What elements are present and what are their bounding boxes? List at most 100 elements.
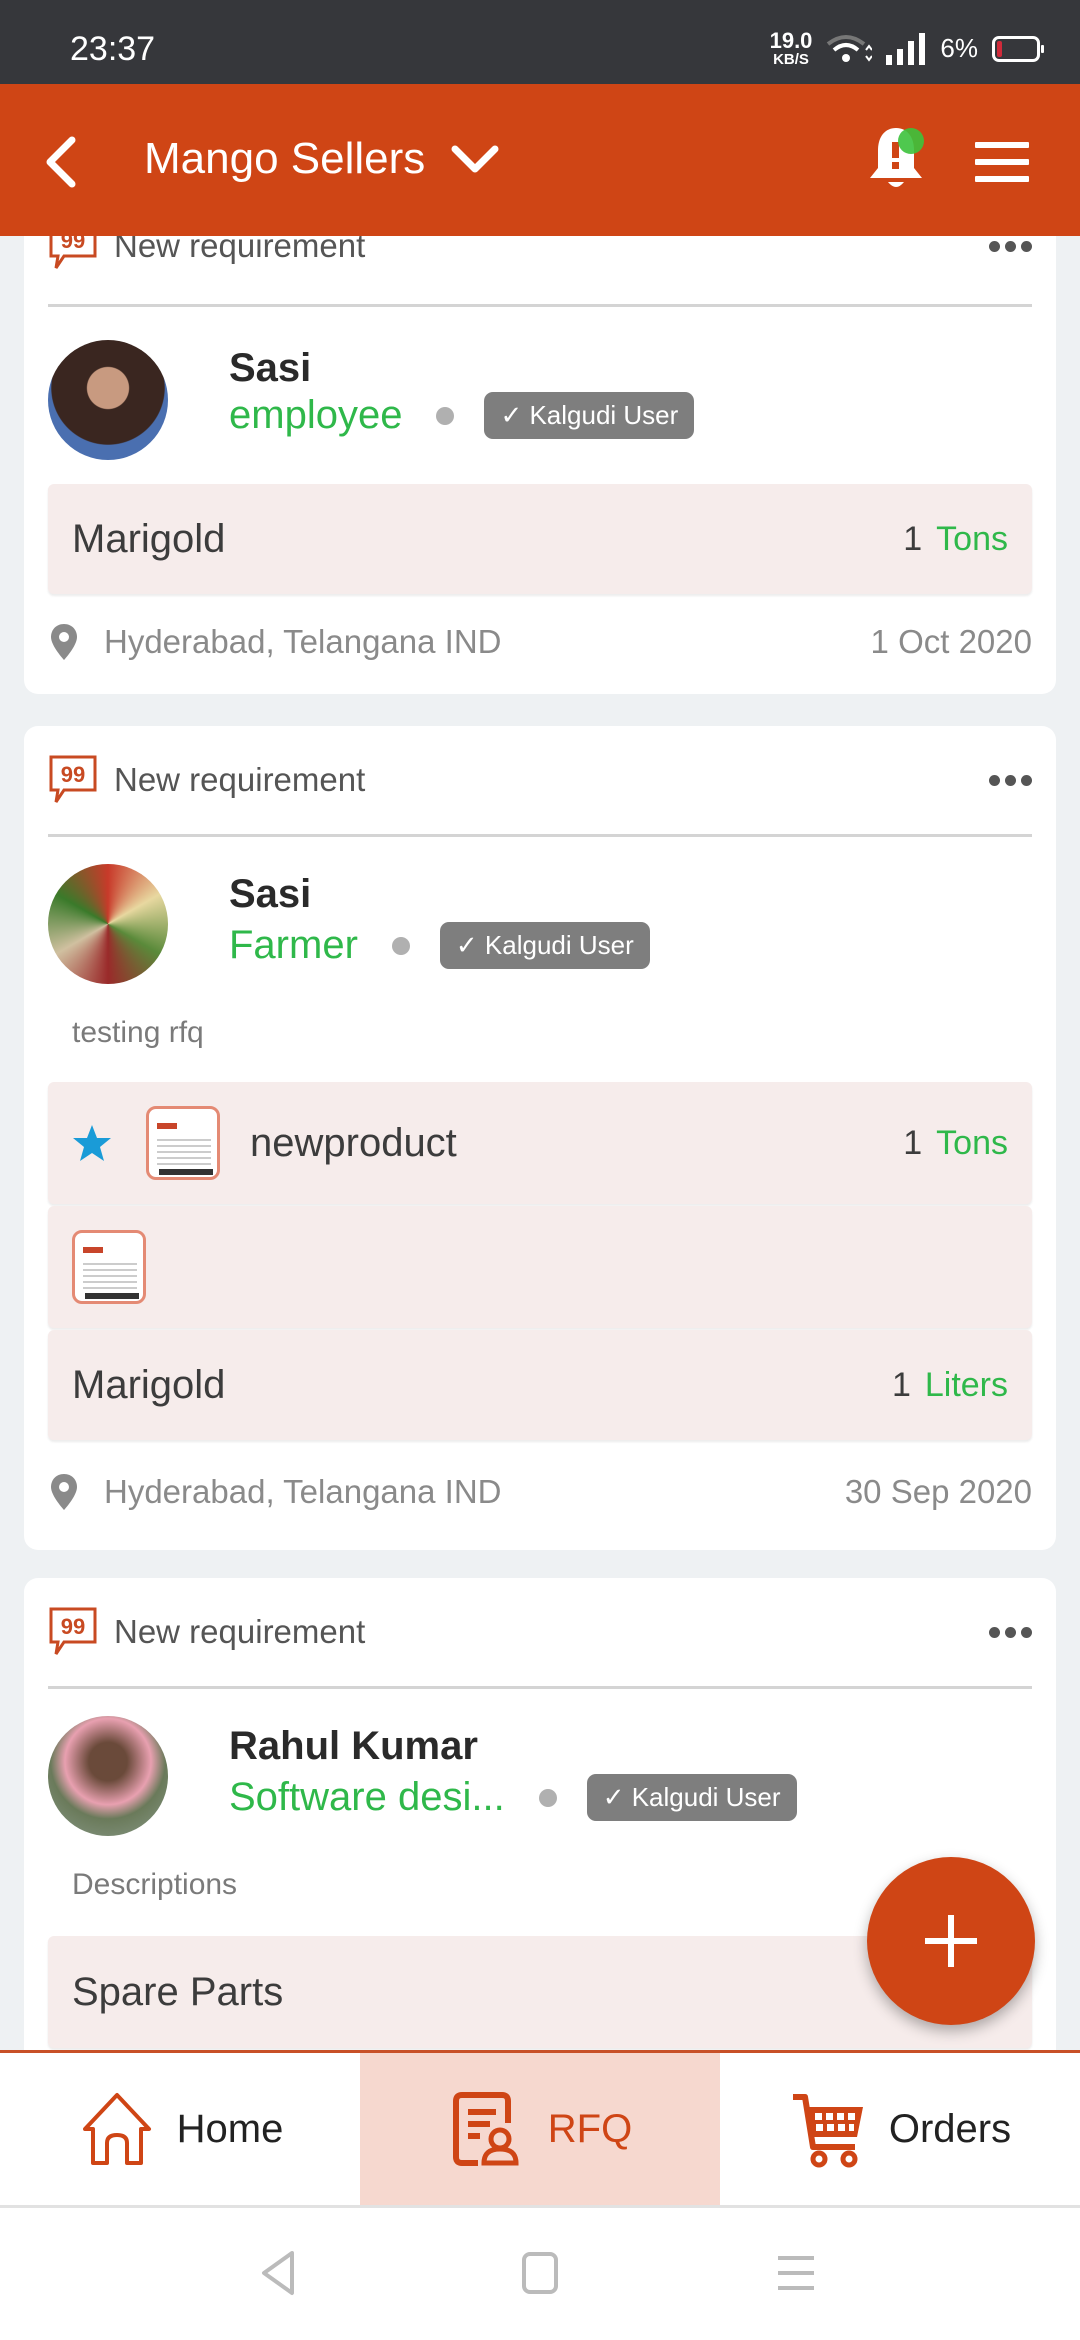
battery-icon xyxy=(992,35,1044,62)
page-title: Mango Sellers xyxy=(144,134,426,183)
chevron-down-icon xyxy=(451,145,499,173)
product-thumbnail[interactable] xyxy=(72,1230,146,1304)
verified-badge: ✓ Kalgudi User xyxy=(586,1774,797,1821)
system-home-button[interactable] xyxy=(520,2250,560,2296)
bottom-navigation: Home RFQ Orders xyxy=(0,2050,1080,2208)
nav-rfq-label: RFQ xyxy=(547,2106,633,2151)
menu-line xyxy=(975,159,1029,165)
location-text: Hyderabad, Telangana IND xyxy=(104,623,502,660)
product-qty: 1 xyxy=(891,1365,911,1404)
post-date: 30 Sep 2020 xyxy=(844,1473,1032,1510)
menu-button[interactable] xyxy=(975,142,1029,182)
verified-badge: ✓ Kalgudi User xyxy=(484,392,695,439)
user-name[interactable]: Rahul Kumar xyxy=(229,1724,478,1769)
back-button[interactable] xyxy=(36,132,86,192)
product-row[interactable]: newproduct 1 Tons xyxy=(48,1082,1032,1204)
requirement-quote-icon: 99 xyxy=(49,755,97,803)
product-name: Marigold xyxy=(72,1362,226,1407)
signal-icon xyxy=(886,32,926,65)
product-name: Marigold xyxy=(72,516,226,561)
app-root: 23:37 19.0 KB/S 6% Mango Sellers 99 New … xyxy=(0,0,1080,2340)
network-speed-value: 19.0 xyxy=(769,28,813,53)
user-meta: employee ✓ Kalgudi User xyxy=(229,392,695,439)
location-pin-icon xyxy=(51,624,77,660)
product-unit: Tons xyxy=(936,519,1008,558)
cart-icon xyxy=(792,2094,863,2168)
user-name[interactable]: Sasi xyxy=(229,346,311,391)
user-avatar[interactable] xyxy=(48,1716,168,1836)
product-row[interactable]: Marigold 1 Tons xyxy=(48,484,1032,594)
more-options-button[interactable] xyxy=(989,240,1032,252)
home-icon xyxy=(82,2093,151,2165)
battery-percent: 6% xyxy=(940,33,978,63)
product-qty: 1 xyxy=(903,1123,923,1162)
requirement-card[interactable]: 99 New requirement Sasi employee ✓ Kalgu… xyxy=(24,236,1056,694)
card-header: 99 New requirement xyxy=(48,236,1032,272)
status-time: 23:37 xyxy=(70,30,156,68)
rfq-icon xyxy=(452,2092,519,2166)
product-row[interactable]: Marigold 1 Liters xyxy=(48,1330,1032,1440)
nav-home[interactable]: Home xyxy=(0,2053,360,2205)
network-speed: 19.0 KB/S xyxy=(769,28,813,68)
location-row: Hyderabad, Telangana IND 1 Oct 2020 xyxy=(48,622,1032,662)
card-label: New requirement xyxy=(114,1613,366,1650)
rfq-feed[interactable]: 99 New requirement Sasi employee ✓ Kalgu… xyxy=(0,236,1080,2050)
separator-dot xyxy=(436,406,455,425)
location-pin-icon xyxy=(51,1474,77,1510)
requirement-card[interactable]: 99 New requirement Sasi Farmer ✓ Kalgudi… xyxy=(24,726,1056,1550)
group-switcher[interactable]: Mango Sellers xyxy=(144,134,499,184)
svg-text:99: 99 xyxy=(61,236,85,253)
add-requirement-fab[interactable] xyxy=(867,1857,1035,2025)
requirement-description: Descriptions xyxy=(72,1868,238,1901)
card-label: New requirement xyxy=(114,761,366,798)
card-label: New requirement xyxy=(114,236,366,264)
system-navigation-bar xyxy=(0,2208,1080,2340)
network-speed-unit: KB/S xyxy=(773,51,809,68)
app-bar: Mango Sellers xyxy=(0,84,1080,236)
wifi-icon xyxy=(827,34,873,62)
location-text: Hyderabad, Telangana IND xyxy=(104,1473,502,1510)
product-qty: 1 xyxy=(903,519,923,558)
nav-orders-label: Orders xyxy=(888,2106,1012,2151)
user-meta: Farmer ✓ Kalgudi User xyxy=(229,922,650,969)
card-header: 99 New requirement xyxy=(48,754,1032,806)
nav-orders[interactable]: Orders xyxy=(720,2053,1080,2205)
user-avatar[interactable] xyxy=(48,340,168,460)
star-icon[interactable] xyxy=(72,1123,112,1163)
card-divider xyxy=(48,834,1032,837)
svg-text:99: 99 xyxy=(61,762,85,787)
requirement-quote-icon: 99 xyxy=(49,1607,97,1655)
product-row[interactable] xyxy=(48,1206,1032,1328)
nav-home-label: Home xyxy=(176,2106,284,2151)
svg-text:99: 99 xyxy=(61,1614,85,1639)
verified-badge: ✓ Kalgudi User xyxy=(439,922,650,969)
product-unit: Tons xyxy=(936,1123,1008,1162)
user-role: Software desi... xyxy=(229,1775,505,1819)
separator-dot xyxy=(391,936,410,955)
system-back-button[interactable] xyxy=(258,2250,298,2296)
requirement-quote-icon: 99 xyxy=(49,236,97,269)
user-name[interactable]: Sasi xyxy=(229,872,311,917)
card-divider xyxy=(48,304,1032,307)
user-role: employee xyxy=(229,393,403,437)
requirement-description: testing rfq xyxy=(72,1016,204,1049)
status-icons: 19.0 KB/S 6% xyxy=(769,28,1044,68)
nav-rfq[interactable]: RFQ xyxy=(360,2053,720,2205)
status-bar: 23:37 19.0 KB/S 6% xyxy=(0,0,1080,84)
card-divider xyxy=(48,1686,1032,1689)
product-name: newproduct xyxy=(250,1120,457,1165)
notification-dot xyxy=(898,128,924,154)
card-header: 99 New requirement xyxy=(48,1606,1032,1658)
post-date: 1 Oct 2020 xyxy=(870,623,1032,660)
separator-dot xyxy=(538,1788,557,1807)
system-recents-button[interactable] xyxy=(776,2250,816,2296)
location-row: Hyderabad, Telangana IND 30 Sep 2020 xyxy=(48,1472,1032,1512)
product-thumbnail[interactable] xyxy=(146,1106,220,1180)
menu-line xyxy=(975,142,1029,148)
product-name: Spare Parts xyxy=(72,1969,284,2014)
user-avatar[interactable] xyxy=(48,864,168,984)
more-options-button[interactable] xyxy=(989,774,1032,786)
more-options-button[interactable] xyxy=(989,1626,1032,1638)
user-role: Farmer xyxy=(229,923,358,967)
product-unit: Liters xyxy=(924,1365,1008,1404)
